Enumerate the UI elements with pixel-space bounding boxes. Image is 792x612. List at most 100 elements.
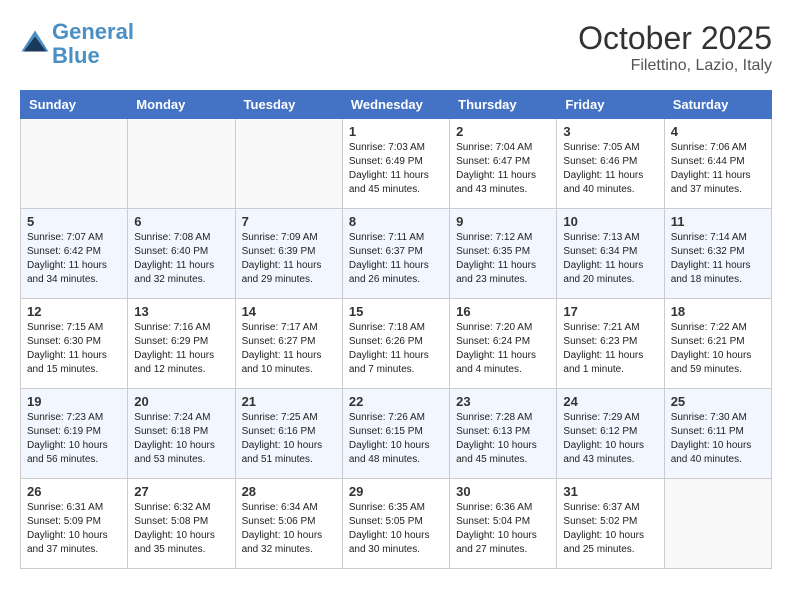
day-number: 16 bbox=[456, 304, 550, 319]
day-number: 11 bbox=[671, 214, 765, 229]
cell-info: Sunrise: 7:24 AM Sunset: 6:18 PM Dayligh… bbox=[134, 411, 228, 467]
day-number: 20 bbox=[134, 394, 228, 409]
month-title: October 2025 bbox=[578, 20, 772, 57]
day-number: 18 bbox=[671, 304, 765, 319]
calendar-cell bbox=[128, 119, 235, 209]
calendar-cell: 27Sunrise: 6:32 AM Sunset: 5:08 PM Dayli… bbox=[128, 479, 235, 569]
day-number: 25 bbox=[671, 394, 765, 409]
cell-info: Sunrise: 7:29 AM Sunset: 6:12 PM Dayligh… bbox=[563, 411, 657, 467]
day-number: 23 bbox=[456, 394, 550, 409]
calendar-cell: 26 Sunrise: 6:31 AM Sunset: 5:09 PM Dayli… bbox=[21, 479, 128, 569]
weekday-header-thursday: Thursday bbox=[450, 91, 557, 119]
day-number: 29 bbox=[349, 484, 443, 499]
calendar-cell: 20 Sunrise: 7:24 AM Sunset: 6:18 PM Dayli… bbox=[128, 389, 235, 479]
calendar-table: SundayMondayTuesdayWednesdayThursdayFrid… bbox=[20, 90, 772, 569]
calendar-week-3: 12 Sunrise: 7:15 AM Sunset: 6:30 PM Dayli… bbox=[21, 299, 772, 389]
calendar-cell: 25 Sunrise: 7:30 AM Sunset: 6:11 PM Dayli… bbox=[664, 389, 771, 479]
cell-info: Sunrise: 7:22 AM Sunset: 6:21 PM Dayligh… bbox=[671, 321, 765, 377]
day-number: 12 bbox=[27, 304, 121, 319]
cell-info: Sunrise: 7:09 AM Sunset: 6:39 PM Dayligh… bbox=[242, 231, 336, 287]
day-number: 7 bbox=[242, 214, 336, 229]
cell-info: Sunrise: 6:36 AM Sunset: 5:04 PM Dayligh… bbox=[456, 501, 550, 557]
day-number: 9 bbox=[456, 214, 550, 229]
page-header: General Blue October 2025 Filettino, Laz… bbox=[20, 20, 772, 75]
cell-info: Sunrise: 7:18 AM Sunset: 6:26 PM Dayligh… bbox=[349, 321, 443, 377]
calendar-cell: 12 Sunrise: 7:15 AM Sunset: 6:30 PM Dayli… bbox=[21, 299, 128, 389]
day-number: 10 bbox=[563, 214, 657, 229]
weekday-header-sunday: Sunday bbox=[21, 91, 128, 119]
calendar-cell: 6 Sunrise: 7:08 AM Sunset: 6:40 PM Daylig… bbox=[128, 209, 235, 299]
day-number: 1 bbox=[349, 124, 443, 139]
calendar-cell: 21 Sunrise: 7:25 AM Sunset: 6:16 PM Dayli… bbox=[235, 389, 342, 479]
calendar-cell bbox=[664, 479, 771, 569]
day-number: 17 bbox=[563, 304, 657, 319]
calendar-cell: 23 Sunrise: 7:28 AM Sunset: 6:13 PM Dayli… bbox=[450, 389, 557, 479]
calendar-cell: 5Sunrise: 7:07 AM Sunset: 6:42 PM Daylig… bbox=[21, 209, 128, 299]
calendar-cell: 31 Sunrise: 6:37 AM Sunset: 5:02 PM Dayli… bbox=[557, 479, 664, 569]
day-number: 19 bbox=[27, 394, 121, 409]
location: Filettino, Lazio, Italy bbox=[578, 57, 772, 75]
cell-info: Sunrise: 7:25 AM Sunset: 6:16 PM Dayligh… bbox=[242, 411, 336, 467]
calendar-cell bbox=[21, 119, 128, 209]
calendar-body: 1 Sunrise: 7:03 AM Sunset: 6:49 PM Daylig… bbox=[21, 119, 772, 569]
cell-info: Sunrise: 6:37 AM Sunset: 5:02 PM Dayligh… bbox=[563, 501, 657, 557]
cell-info: Sunrise: 7:11 AM Sunset: 6:37 PM Dayligh… bbox=[349, 231, 443, 287]
day-number: 6 bbox=[134, 214, 228, 229]
calendar-week-2: 5Sunrise: 7:07 AM Sunset: 6:42 PM Daylig… bbox=[21, 209, 772, 299]
cell-info: Sunrise: 7:15 AM Sunset: 6:30 PM Dayligh… bbox=[27, 321, 121, 377]
calendar-cell: 22 Sunrise: 7:26 AM Sunset: 6:15 PM Dayli… bbox=[342, 389, 449, 479]
cell-info: Sunrise: 7:07 AM Sunset: 6:42 PM Dayligh… bbox=[27, 231, 121, 287]
cell-info: Sunrise: 7:26 AM Sunset: 6:15 PM Dayligh… bbox=[349, 411, 443, 467]
cell-info: Sunrise: 7:13 AM Sunset: 6:34 PM Dayligh… bbox=[563, 231, 657, 287]
day-number: 4 bbox=[671, 124, 765, 139]
day-number: 26 bbox=[27, 484, 121, 499]
calendar-cell: 19 Sunrise: 7:23 AM Sunset: 6:19 PM Dayli… bbox=[21, 389, 128, 479]
cell-info: Sunrise: 7:30 AM Sunset: 6:11 PM Dayligh… bbox=[671, 411, 765, 467]
cell-info: Sunrise: 6:31 AM Sunset: 5:09 PM Dayligh… bbox=[27, 501, 121, 557]
day-number: 13 bbox=[134, 304, 228, 319]
calendar-cell: 2 Sunrise: 7:04 AM Sunset: 6:47 PM Daylig… bbox=[450, 119, 557, 209]
logo: General Blue bbox=[20, 20, 134, 68]
day-number: 2 bbox=[456, 124, 550, 139]
calendar-cell bbox=[235, 119, 342, 209]
day-number: 30 bbox=[456, 484, 550, 499]
calendar-cell: 28Sunrise: 6:34 AM Sunset: 5:06 PM Dayli… bbox=[235, 479, 342, 569]
weekday-header-friday: Friday bbox=[557, 91, 664, 119]
weekday-header-wednesday: Wednesday bbox=[342, 91, 449, 119]
calendar-cell: 3Sunrise: 7:05 AM Sunset: 6:46 PM Daylig… bbox=[557, 119, 664, 209]
calendar-cell: 14Sunrise: 7:17 AM Sunset: 6:27 PM Dayli… bbox=[235, 299, 342, 389]
cell-info: Sunrise: 7:04 AM Sunset: 6:47 PM Dayligh… bbox=[456, 141, 550, 197]
calendar-cell: 18 Sunrise: 7:22 AM Sunset: 6:21 PM Dayli… bbox=[664, 299, 771, 389]
calendar-cell: 4Sunrise: 7:06 AM Sunset: 6:44 PM Daylig… bbox=[664, 119, 771, 209]
weekday-header-monday: Monday bbox=[128, 91, 235, 119]
calendar-cell: 17 Sunrise: 7:21 AM Sunset: 6:23 PM Dayli… bbox=[557, 299, 664, 389]
cell-info: Sunrise: 7:14 AM Sunset: 6:32 PM Dayligh… bbox=[671, 231, 765, 287]
calendar-week-4: 19 Sunrise: 7:23 AM Sunset: 6:19 PM Dayli… bbox=[21, 389, 772, 479]
weekday-header-tuesday: Tuesday bbox=[235, 91, 342, 119]
cell-info: Sunrise: 6:35 AM Sunset: 5:05 PM Dayligh… bbox=[349, 501, 443, 557]
logo-icon bbox=[20, 29, 50, 59]
title-block: October 2025 Filettino, Lazio, Italy bbox=[578, 20, 772, 75]
calendar-cell: 30 Sunrise: 6:36 AM Sunset: 5:04 PM Dayli… bbox=[450, 479, 557, 569]
cell-info: Sunrise: 7:23 AM Sunset: 6:19 PM Dayligh… bbox=[27, 411, 121, 467]
calendar-cell: 13Sunrise: 7:16 AM Sunset: 6:29 PM Dayli… bbox=[128, 299, 235, 389]
day-number: 15 bbox=[349, 304, 443, 319]
day-number: 14 bbox=[242, 304, 336, 319]
cell-info: Sunrise: 7:21 AM Sunset: 6:23 PM Dayligh… bbox=[563, 321, 657, 377]
cell-info: Sunrise: 6:34 AM Sunset: 5:06 PM Dayligh… bbox=[242, 501, 336, 557]
calendar-week-5: 26 Sunrise: 6:31 AM Sunset: 5:09 PM Dayli… bbox=[21, 479, 772, 569]
day-number: 24 bbox=[563, 394, 657, 409]
day-number: 31 bbox=[563, 484, 657, 499]
calendar-cell: 11 Sunrise: 7:14 AM Sunset: 6:32 PM Dayli… bbox=[664, 209, 771, 299]
day-number: 21 bbox=[242, 394, 336, 409]
day-number: 8 bbox=[349, 214, 443, 229]
day-number: 3 bbox=[563, 124, 657, 139]
calendar-cell: 10 Sunrise: 7:13 AM Sunset: 6:34 PM Dayli… bbox=[557, 209, 664, 299]
cell-info: Sunrise: 7:28 AM Sunset: 6:13 PM Dayligh… bbox=[456, 411, 550, 467]
day-number: 22 bbox=[349, 394, 443, 409]
weekday-header-row: SundayMondayTuesdayWednesdayThursdayFrid… bbox=[21, 91, 772, 119]
calendar-week-1: 1 Sunrise: 7:03 AM Sunset: 6:49 PM Daylig… bbox=[21, 119, 772, 209]
cell-info: Sunrise: 7:08 AM Sunset: 6:40 PM Dayligh… bbox=[134, 231, 228, 287]
day-number: 27 bbox=[134, 484, 228, 499]
cell-info: Sunrise: 7:03 AM Sunset: 6:49 PM Dayligh… bbox=[349, 141, 443, 197]
